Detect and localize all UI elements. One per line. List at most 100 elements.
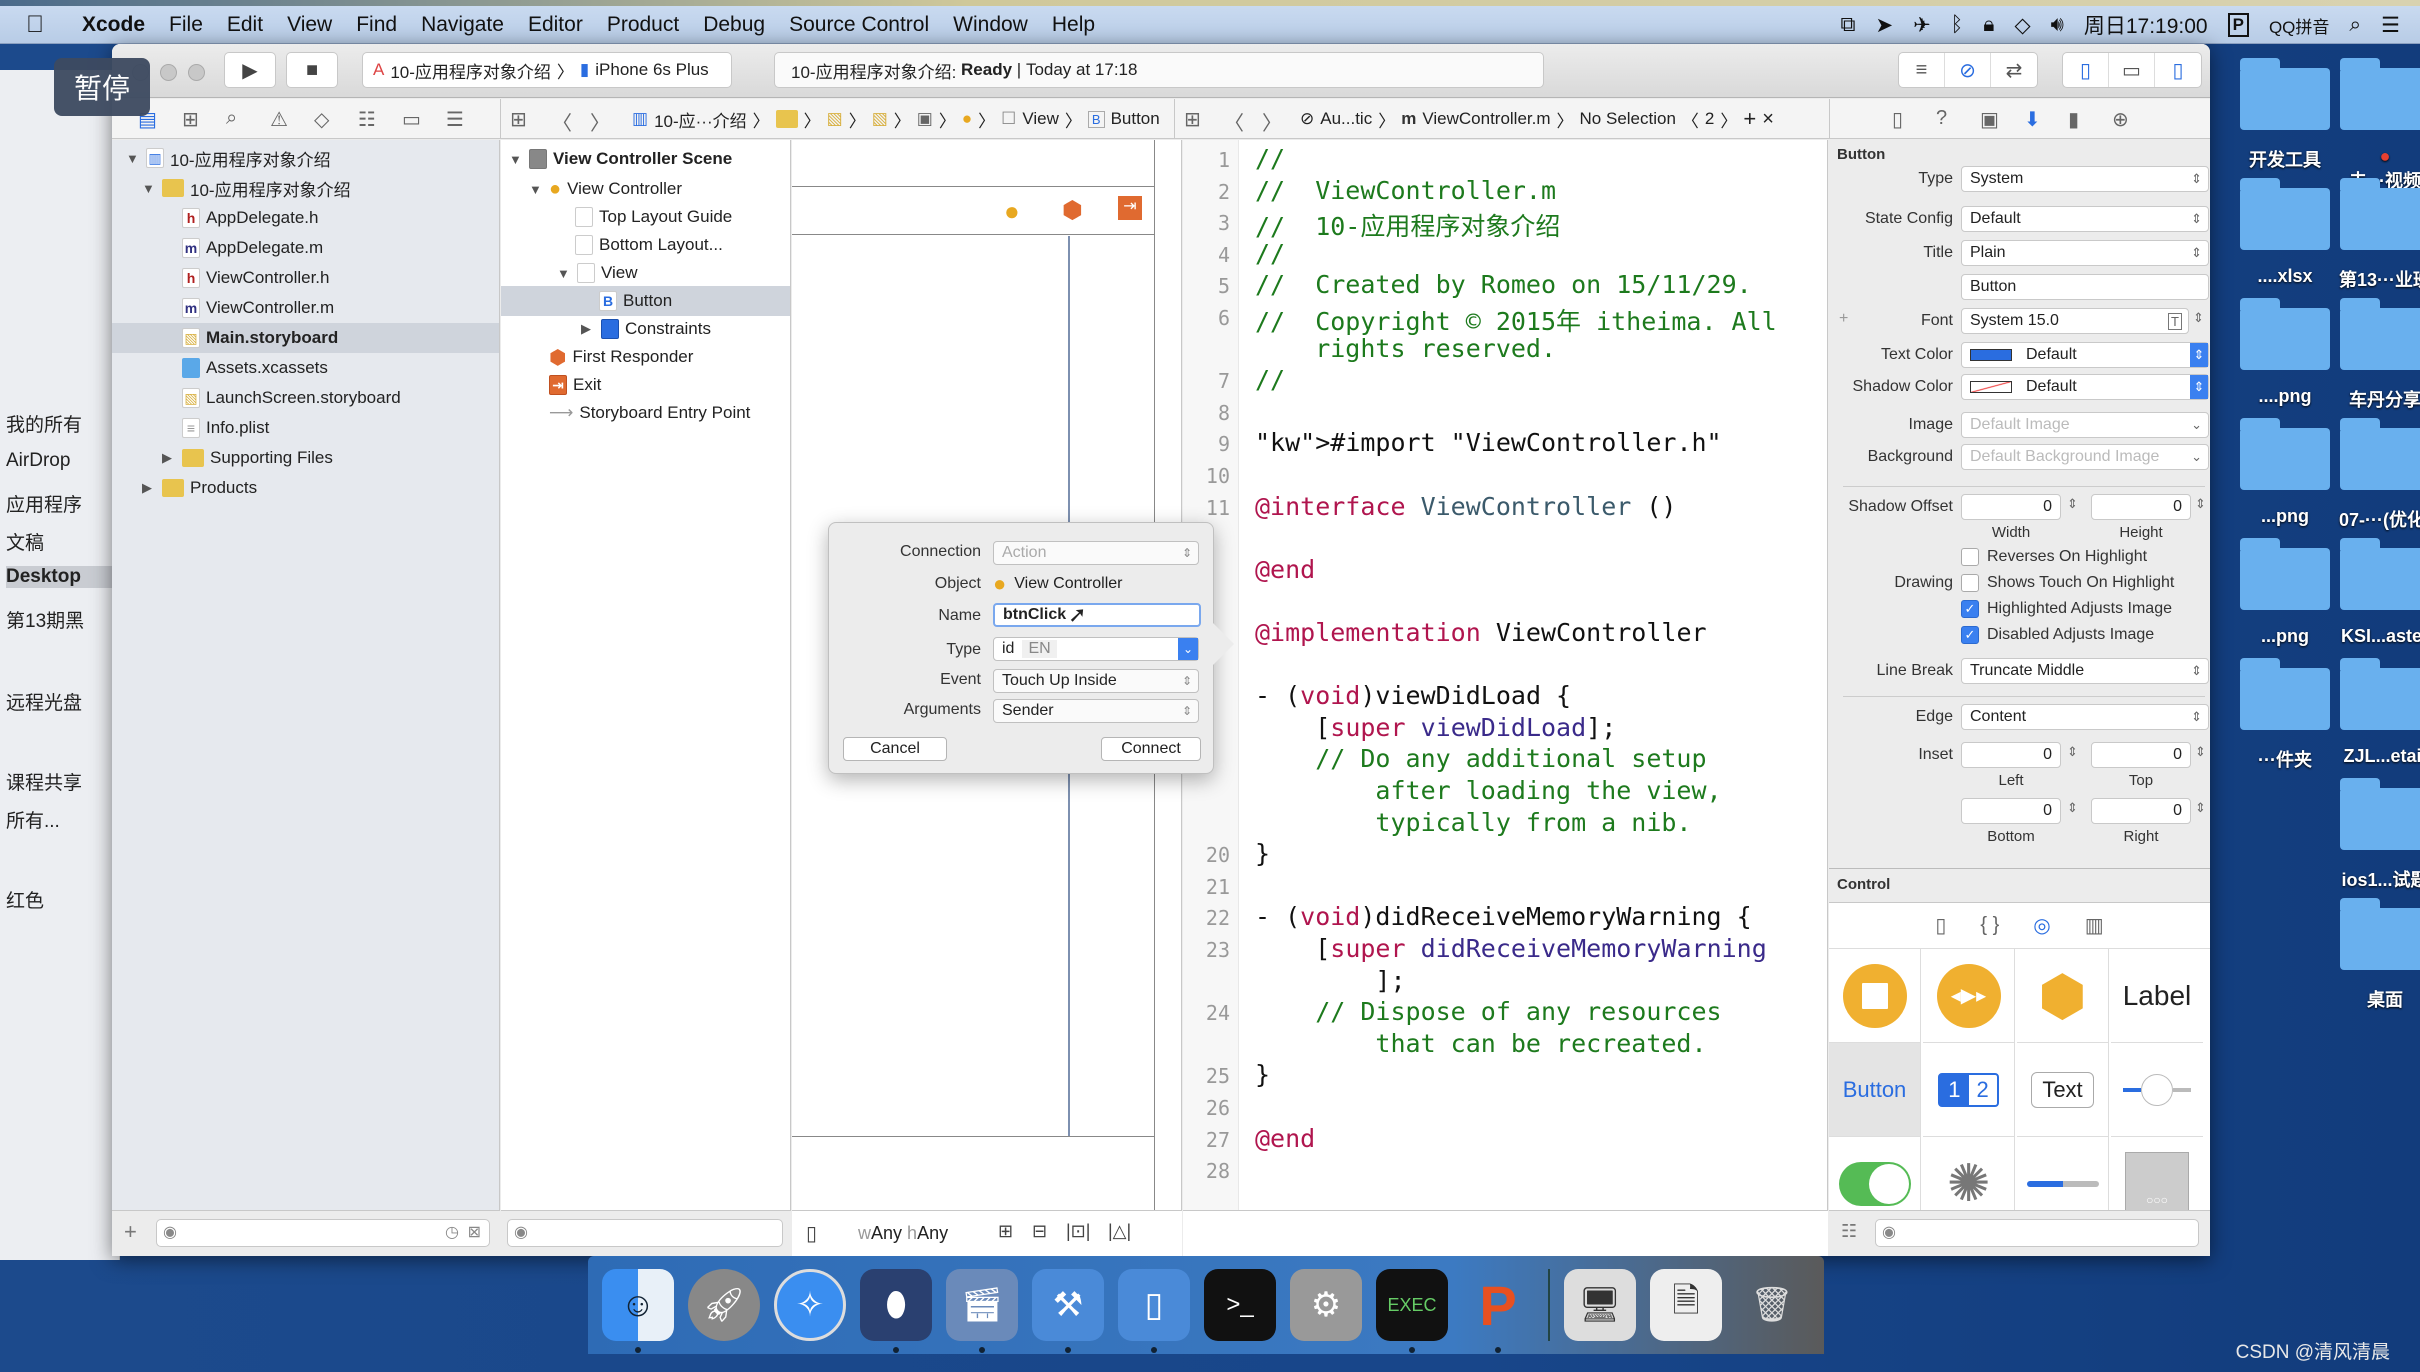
pin-icon[interactable]: |⊡|: [1066, 1221, 1090, 1242]
stepper[interactable]: ⇕: [2067, 800, 2078, 816]
clock[interactable]: 周日17:19:00: [2084, 10, 2208, 40]
outline-button-selected[interactable]: B Button: [501, 286, 790, 316]
spotlight-icon[interactable]: ⌕: [2349, 13, 2361, 37]
line-break-select[interactable]: Truncate Middle ⇕: [1961, 658, 2209, 684]
menu-edit[interactable]: Edit: [215, 13, 275, 37]
navigator-toggle-icon[interactable]: ▯: [2063, 53, 2109, 87]
dock-mouse-app[interactable]: ⬮: [860, 1269, 932, 1353]
airplane-icon[interactable]: ✈: [1913, 13, 1931, 38]
jump-view[interactable]: View: [1022, 109, 1059, 129]
library-item-view-controller[interactable]: [1829, 949, 1921, 1043]
code-snippet-library-icon[interactable]: { }: [1980, 914, 1999, 937]
symbol-navigator-icon[interactable]: ⊞: [182, 107, 199, 132]
screen-record-icon[interactable]: ⧉: [1840, 13, 1855, 37]
shadow-color-select[interactable]: Default ⇕: [1961, 374, 2209, 400]
utilities-toggle-icon[interactable]: ▯: [2155, 53, 2201, 87]
finder-item[interactable]: 文稿: [6, 528, 116, 555]
drawing-option-checkbox[interactable]: Reverses On Highlight: [1961, 548, 2147, 566]
desktop-icon[interactable]: ZJL...etail: [2320, 658, 2420, 767]
name-input[interactable]: btnClick ➚: [993, 602, 1201, 627]
dock-simulator[interactable]: ▯: [1118, 1269, 1190, 1353]
stepper[interactable]: ⇕: [2067, 744, 2078, 760]
jump-bar-right[interactable]: ⊘ Au...tic 〉 m ViewController.m 〉 No Sel…: [1300, 99, 1774, 139]
dock-screen-window[interactable]: 🖥︎: [1564, 1269, 1636, 1341]
font-picker-icon[interactable]: T: [2168, 312, 2182, 330]
dock-terminal[interactable]: >_: [1204, 1269, 1276, 1341]
finder-item[interactable]: 所有...: [6, 806, 116, 833]
library-filter-input[interactable]: ◉: [1875, 1219, 2199, 1247]
disclosure-open-icon[interactable]: ▼: [557, 266, 571, 281]
desktop-icon[interactable]: 07-···(优化): [2320, 418, 2420, 532]
jump-button[interactable]: Button: [1111, 109, 1160, 129]
dock-console[interactable]: EXEC: [1376, 1269, 1448, 1353]
connect-button[interactable]: Connect: [1101, 737, 1201, 761]
related-items-icon[interactable]: ⊞: [1184, 107, 1201, 132]
outline-constraints[interactable]: ▶ Constraints: [581, 314, 711, 344]
find-navigator-icon[interactable]: ⌕: [226, 107, 237, 130]
stepper[interactable]: ⇕: [2067, 496, 2078, 512]
attributes-inspector-icon[interactable]: ⬇: [2024, 107, 2041, 132]
finder-item-selected[interactable]: Desktop: [6, 566, 116, 588]
back-icon[interactable]: 〈: [552, 107, 572, 136]
next-counterpart-icon[interactable]: 〉: [1720, 107, 1737, 132]
disclosure-closed-icon[interactable]: ▶: [162, 450, 176, 466]
desktop-icon[interactable]: ios1...试题: [2320, 778, 2420, 892]
menu-view[interactable]: View: [275, 13, 344, 37]
test-navigator-icon[interactable]: ◇: [314, 107, 329, 132]
inset-bottom-input[interactable]: 0: [1961, 798, 2061, 824]
finder-item[interactable]: 课程共享: [6, 768, 116, 795]
scene-first-responder-icon[interactable]: ⬢: [1062, 196, 1083, 225]
quick-help-icon[interactable]: ?: [1936, 107, 1947, 130]
disclosure-closed-icon[interactable]: ▶: [581, 321, 595, 337]
location-icon[interactable]: ➤: [1875, 13, 1893, 38]
nav-row-group[interactable]: ▶ Products: [142, 473, 257, 503]
connections-inspector-icon[interactable]: ⊕: [2112, 107, 2129, 132]
run-button[interactable]: ▶: [224, 52, 276, 88]
scene-exit-icon[interactable]: ⇥: [1118, 196, 1142, 220]
stepper[interactable]: ⇕: [2195, 744, 2206, 760]
nav-row-group[interactable]: ▶ Supporting Files: [162, 443, 333, 473]
nav-row-file[interactable]: h ViewController.h: [182, 263, 329, 293]
library-item-object[interactable]: ⬢: [2017, 949, 2109, 1043]
debug-area-toggle-icon[interactable]: ▭: [2109, 53, 2155, 87]
nav-row-file[interactable]: m AppDelegate.m: [182, 233, 323, 263]
lock-icon[interactable]: 🔒︎: [1983, 13, 1994, 37]
nav-row-file[interactable]: h AppDelegate.h: [182, 203, 318, 233]
zoom-window-button[interactable]: [188, 64, 205, 81]
version-editor-icon[interactable]: ⇄: [1991, 53, 2037, 87]
dock-trash[interactable]: 🗑︎: [1736, 1269, 1808, 1341]
align-icon[interactable]: ⊟: [1032, 1221, 1047, 1242]
drawing-option-checkbox[interactable]: Shows Touch On Highlight: [1961, 574, 2174, 592]
identity-inspector-icon[interactable]: ▣: [1980, 107, 1999, 132]
menu-window[interactable]: Window: [941, 13, 1040, 37]
outline-exit[interactable]: ⇥ Exit: [549, 370, 601, 400]
outline-view-controller[interactable]: ▼ ● View Controller: [529, 174, 682, 204]
breakpoint-navigator-icon[interactable]: ▭: [402, 107, 421, 132]
menu-file[interactable]: File: [157, 13, 215, 37]
title-text-input[interactable]: Button: [1961, 274, 2209, 300]
jump-file[interactable]: ViewController.m: [1422, 109, 1550, 129]
library-item-button[interactable]: Button: [1829, 1043, 1921, 1137]
disclosure-open-icon[interactable]: ▼: [126, 151, 140, 166]
file-template-library-icon[interactable]: ▯: [1935, 913, 1946, 938]
scm-filter-icon[interactable]: ⊠: [468, 1222, 481, 1242]
outline-scene[interactable]: ▼ View Controller Scene: [509, 144, 732, 174]
nav-row-file[interactable]: ▧ LaunchScreen.storyboard: [182, 383, 401, 413]
forward-icon[interactable]: 〉: [590, 107, 610, 136]
event-select[interactable]: Touch Up Inside ⇕: [993, 669, 1199, 693]
library-item-text-field[interactable]: Text: [2017, 1043, 2109, 1137]
apple-menu-icon[interactable]: : [0, 11, 70, 39]
state-config-select[interactable]: Default ⇕: [1961, 206, 2209, 232]
disclosure-open-icon[interactable]: ▼: [142, 181, 156, 196]
prev-counterpart-icon[interactable]: 〈: [1682, 107, 1699, 132]
background-select[interactable]: Default Background Image ⌄: [1961, 444, 2209, 470]
media-library-icon[interactable]: ▥: [2085, 913, 2104, 938]
outline-view[interactable]: ▼ View: [557, 258, 638, 288]
forward-icon[interactable]: 〉: [1262, 107, 1282, 136]
file-inspector-icon[interactable]: ▯: [1892, 107, 1903, 132]
outline-bottom-layout-guide[interactable]: Bottom Layout...: [575, 230, 723, 260]
dock-launchpad[interactable]: 🚀︎: [688, 1269, 760, 1341]
inset-right-input[interactable]: 0: [2091, 798, 2191, 824]
connection-select[interactable]: Action ⇕: [993, 541, 1199, 565]
dock-safari[interactable]: ✧: [774, 1269, 846, 1341]
